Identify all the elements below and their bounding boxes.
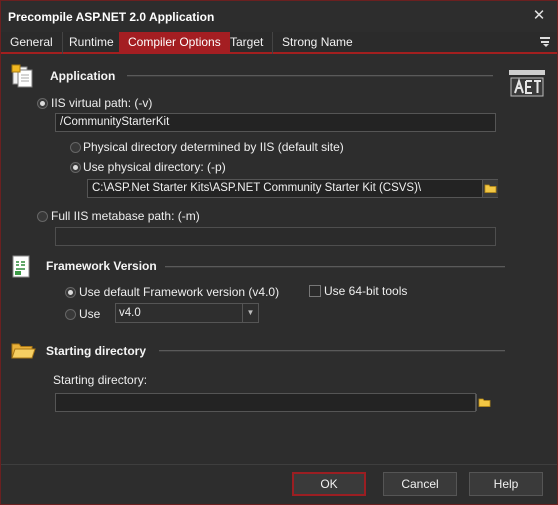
physical-auto-label: Physical directory determined by IIS (de…: [83, 140, 344, 154]
use-64bit-checkbox[interactable]: [309, 285, 321, 297]
application-divider: [127, 75, 493, 77]
net-logo-icon: [505, 68, 549, 98]
use-framework-label: Use: [79, 307, 101, 321]
tab-target[interactable]: Target: [221, 32, 274, 54]
starting-section-title: Starting directory: [46, 344, 147, 358]
tab-strong-name[interactable]: Strong Name: [273, 32, 362, 54]
metabase-path-radio[interactable]: [37, 211, 48, 222]
close-icon[interactable]: ✕: [531, 7, 547, 25]
physical-auto-radio[interactable]: [70, 142, 81, 153]
physical-use-radio[interactable]: [70, 162, 81, 173]
physical-path-input[interactable]: C:\ASP.Net Starter Kits\ASP.NET Communit…: [87, 179, 498, 198]
framework-divider: [165, 266, 505, 268]
title-bar: Precompile ASP.NET 2.0 Application ✕: [1, 1, 557, 32]
iis-virtual-path-input[interactable]: /CommunityStarterKit: [55, 113, 496, 132]
framework-icon: [11, 255, 33, 279]
default-framework-radio[interactable]: [65, 287, 76, 298]
starting-directory-input[interactable]: [55, 393, 476, 412]
framework-version-value: v4.0: [119, 307, 141, 319]
document-icon: [11, 64, 37, 88]
tab-menu-icon[interactable]: [540, 36, 551, 48]
physical-use-label: Use physical directory: (-p): [83, 160, 226, 174]
default-framework-label: Use default Framework version (v4.0): [79, 285, 280, 299]
application-section-title: Application: [50, 69, 116, 83]
starting-directory-label: Starting directory:: [53, 373, 148, 387]
metabase-path-input[interactable]: [55, 227, 496, 246]
dialog-window: Precompile ASP.NET 2.0 Application ✕ Gen…: [0, 0, 558, 505]
window-title: Precompile ASP.NET 2.0 Application: [8, 10, 215, 24]
browse-physical-folder-icon[interactable]: [482, 180, 498, 197]
help-button[interactable]: Help: [469, 472, 543, 496]
tab-general[interactable]: General: [1, 32, 63, 54]
cancel-button[interactable]: Cancel: [383, 472, 457, 496]
dialog-footer: OK Cancel Help: [1, 464, 557, 504]
iis-virtual-path-radio[interactable]: [37, 98, 48, 109]
tab-runtime[interactable]: Runtime: [60, 32, 124, 54]
metabase-path-label: Full IIS metabase path: (-m): [51, 209, 200, 223]
starting-divider: [159, 350, 505, 352]
use-64bit-label: Use 64-bit tools: [324, 284, 408, 298]
use-framework-radio[interactable]: [65, 309, 76, 320]
framework-version-select[interactable]: v4.0 ▼: [115, 303, 259, 323]
compiler-options-panel: Application IIS virtual path: (-v) /Comm…: [5, 56, 553, 464]
folder-icon: [10, 339, 36, 361]
browse-starting-folder-icon[interactable]: [476, 394, 492, 411]
chevron-down-icon[interactable]: ▼: [242, 304, 258, 322]
ok-button[interactable]: OK: [292, 472, 366, 496]
iis-virtual-path-label: IIS virtual path: (-v): [51, 96, 153, 110]
physical-path-value: C:\ASP.Net Starter Kits\ASP.NET Communit…: [92, 182, 422, 194]
tab-compiler-options[interactable]: Compiler Options: [119, 32, 230, 54]
tab-bar: General Runtime Compiler Options Target …: [1, 32, 557, 54]
framework-section-title: Framework Version: [46, 259, 157, 273]
